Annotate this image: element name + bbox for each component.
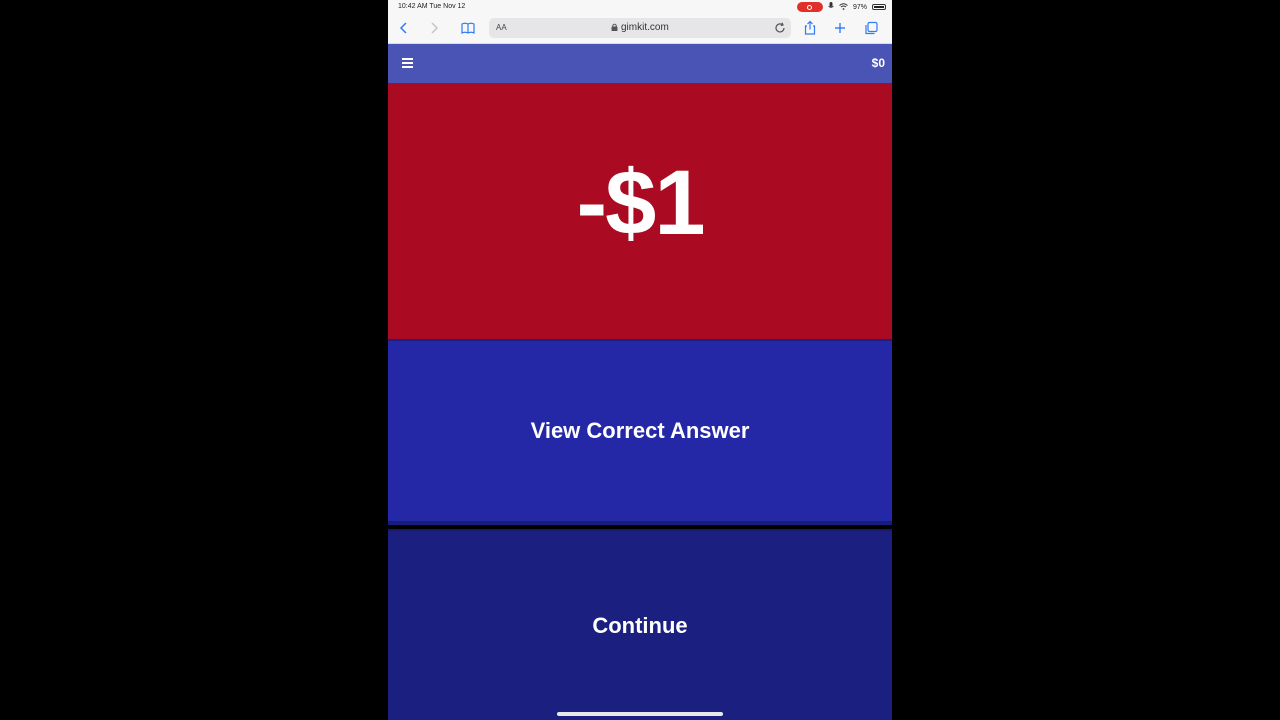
back-icon[interactable] [396,20,412,36]
continue-button[interactable]: Continue [388,529,892,720]
share-icon[interactable] [802,20,818,36]
microphone-icon [828,2,834,12]
balance-display: $0 [871,56,885,70]
wifi-icon [839,2,848,12]
answer-result-panel: -$1 [388,83,892,339]
browser-toolbar: AA gimkit.com [388,14,892,44]
battery-percent: 97% [852,3,867,11]
view-correct-answer-button[interactable]: View Correct Answer [388,339,892,525]
game-header: $0 [388,44,892,83]
reload-icon[interactable] [773,21,787,35]
bookmarks-icon[interactable] [460,20,476,36]
battery-icon [872,4,886,10]
menu-icon[interactable] [402,58,413,68]
url-display[interactable]: gimkit.com [489,22,791,33]
screen-recording-icon [796,2,823,12]
status-bar: 10:42 AM Tue Nov 12 97% [388,0,892,14]
home-indicator[interactable] [557,712,723,716]
lock-icon [611,23,618,31]
status-time: 10:42 AM Tue Nov 12 [398,3,466,10]
tabs-overview-icon[interactable] [863,20,879,36]
new-tab-icon[interactable] [832,20,848,36]
forward-icon[interactable] [426,20,442,36]
address-bar[interactable]: AA gimkit.com [489,18,791,38]
money-change: -$1 [576,152,706,254]
status-indicators: 97% [796,1,886,13]
ipad-screen: 10:42 AM Tue Nov 12 97% AA gimkit.com $0… [388,0,892,720]
url-text: gimkit.com [620,22,669,33]
